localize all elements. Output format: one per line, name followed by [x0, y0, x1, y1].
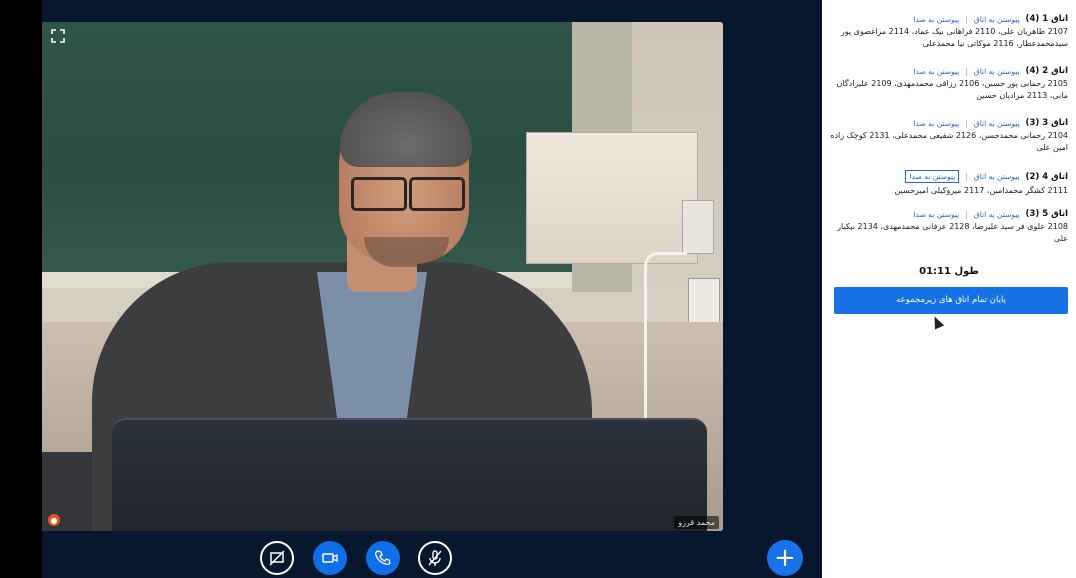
- room-2: اتاق 2 (4) پیوستن به اتاق | پیوستن به صد…: [830, 66, 1068, 102]
- presenter-video[interactable]: ● محمد قرزو: [42, 22, 723, 531]
- mic-muted-indicator-icon: ●: [48, 514, 60, 526]
- room-members: 2107 طاهریان علی، 2110 فراهانی نیک عماد،…: [840, 27, 1068, 48]
- phone-icon: [374, 550, 391, 566]
- room-title: اتاق 4 (2): [1025, 171, 1068, 182]
- join-audio-link[interactable]: پیوستن به صدا: [913, 15, 959, 24]
- add-button[interactable]: +: [767, 540, 803, 576]
- duration-timer: طول 01:11: [919, 266, 979, 277]
- room-title: اتاق 1 (4): [1025, 14, 1068, 24]
- join-room-link[interactable]: پیوستن به اتاق: [974, 119, 1020, 128]
- join-audio-link[interactable]: پیوستن به صدا: [913, 210, 959, 219]
- camera-button[interactable]: [313, 541, 347, 575]
- room-5: اتاق 5 (3) پیوستن به اتاق | پیوستن به صد…: [830, 209, 1068, 245]
- call-control-bar: +: [42, 538, 822, 578]
- phone-button[interactable]: [366, 541, 400, 575]
- join-room-link[interactable]: پیوستن به اتاق: [974, 67, 1020, 76]
- room-members: 2105 رحمانی پور حسین، 2106 رزاقی محمدمهد…: [836, 79, 1068, 100]
- end-all-rooms-button[interactable]: پایان تمام اتاق های زیرمجموعه: [834, 287, 1068, 314]
- chalkboard: [42, 22, 590, 272]
- room-title: اتاق 3 (3): [1025, 118, 1068, 128]
- screen-share-off-button[interactable]: [260, 541, 294, 575]
- glasses: [349, 177, 465, 211]
- participant-name-tag: محمد قرزو: [674, 516, 719, 529]
- room-4: اتاق 4 (2) پیوستن به اتاق | پیوستن به صد…: [830, 170, 1068, 197]
- video-camera-icon: [322, 553, 338, 563]
- room-members: 2104 رحمانی محمدحسن، 2126 شفیعی محمدعلی،…: [830, 131, 1068, 152]
- room-members: 2111 کشگر محمدامین، 2117 میروکیلی امیرحس…: [894, 186, 1068, 195]
- join-audio-link[interactable]: پیوستن به صدا: [913, 119, 959, 128]
- wall-cabinet: [526, 132, 698, 264]
- mic-off-icon: [428, 550, 442, 566]
- room-1: اتاق 1 (4) پیوستن به اتاق | پیوستن به صد…: [830, 14, 1068, 50]
- screen-off-icon: [269, 550, 285, 566]
- room-members: 2108 علوی فر سید علیرضا، 2128 عرفانی محم…: [837, 222, 1068, 243]
- video-area: ● محمد قرزو +: [42, 0, 822, 578]
- mic-off-button[interactable]: [418, 541, 452, 575]
- join-room-link[interactable]: پیوستن به اتاق: [974, 172, 1020, 181]
- expand-icon[interactable]: [48, 26, 68, 46]
- join-audio-link[interactable]: پیوستن به صدا: [905, 170, 960, 183]
- laptop: [112, 418, 707, 531]
- room-title: اتاق 2 (4): [1025, 66, 1068, 76]
- breakout-rooms-panel: اتاق 1 (4) پیوستن به اتاق | پیوستن به صد…: [822, 0, 1076, 578]
- room-title: اتاق 5 (3): [1025, 209, 1068, 219]
- join-audio-link[interactable]: پیوستن به صدا: [913, 67, 959, 76]
- room-3: اتاق 3 (3) پیوستن به اتاق | پیوستن به صد…: [830, 118, 1068, 152]
- join-room-link[interactable]: پیوستن به اتاق: [974, 210, 1020, 219]
- left-black-strip: [0, 0, 42, 578]
- join-room-link[interactable]: پیوستن به اتاق: [974, 15, 1020, 24]
